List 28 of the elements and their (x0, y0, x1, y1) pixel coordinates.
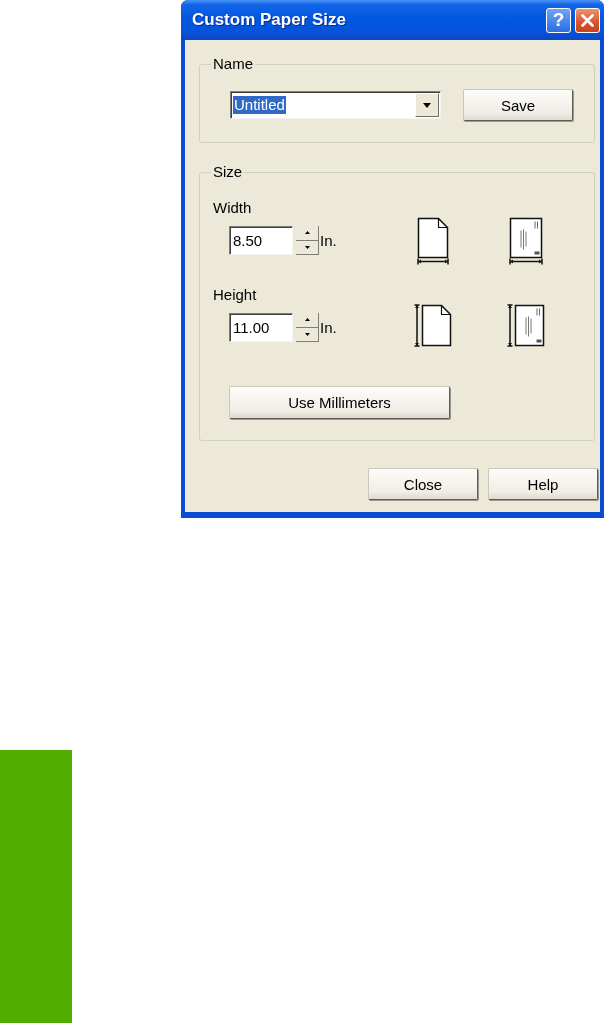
number-field[interactable]: 8.50 (229, 226, 293, 255)
save-button[interactable]: Save (463, 89, 573, 121)
use-millimeters-button[interactable]: Use Millimeters (229, 386, 450, 419)
down-arrow-icon (304, 332, 310, 336)
up-arrow-icon (304, 318, 310, 322)
close-icon (581, 13, 594, 27)
number-field[interactable]: 11.00 (229, 313, 293, 342)
dialog-button[interactable]: Close (368, 468, 478, 500)
dropdown-button[interactable] (415, 93, 439, 117)
unit-label: In. (320, 319, 337, 336)
group-title: Name (212, 56, 254, 72)
spin-up-button[interactable] (296, 313, 319, 328)
envelope-icon (509, 217, 543, 265)
group-title: Size (212, 164, 244, 180)
name-combo-box[interactable]: Untitled (230, 91, 441, 119)
page-icon (417, 217, 449, 265)
up-arrow-icon (304, 231, 310, 235)
caret-icon (423, 102, 431, 108)
dialog-button[interactable]: Help (488, 468, 598, 500)
field-label: Height (213, 287, 257, 303)
unit-label: In. (320, 232, 337, 249)
close-button[interactable] (575, 7, 600, 33)
window-title: Custom Paper Size (192, 10, 347, 30)
down-arrow-icon (304, 245, 310, 249)
field-label: Width (213, 200, 252, 216)
envelope-icon (507, 304, 545, 347)
spin-up-button[interactable] (296, 226, 319, 241)
page-icon (414, 304, 452, 347)
